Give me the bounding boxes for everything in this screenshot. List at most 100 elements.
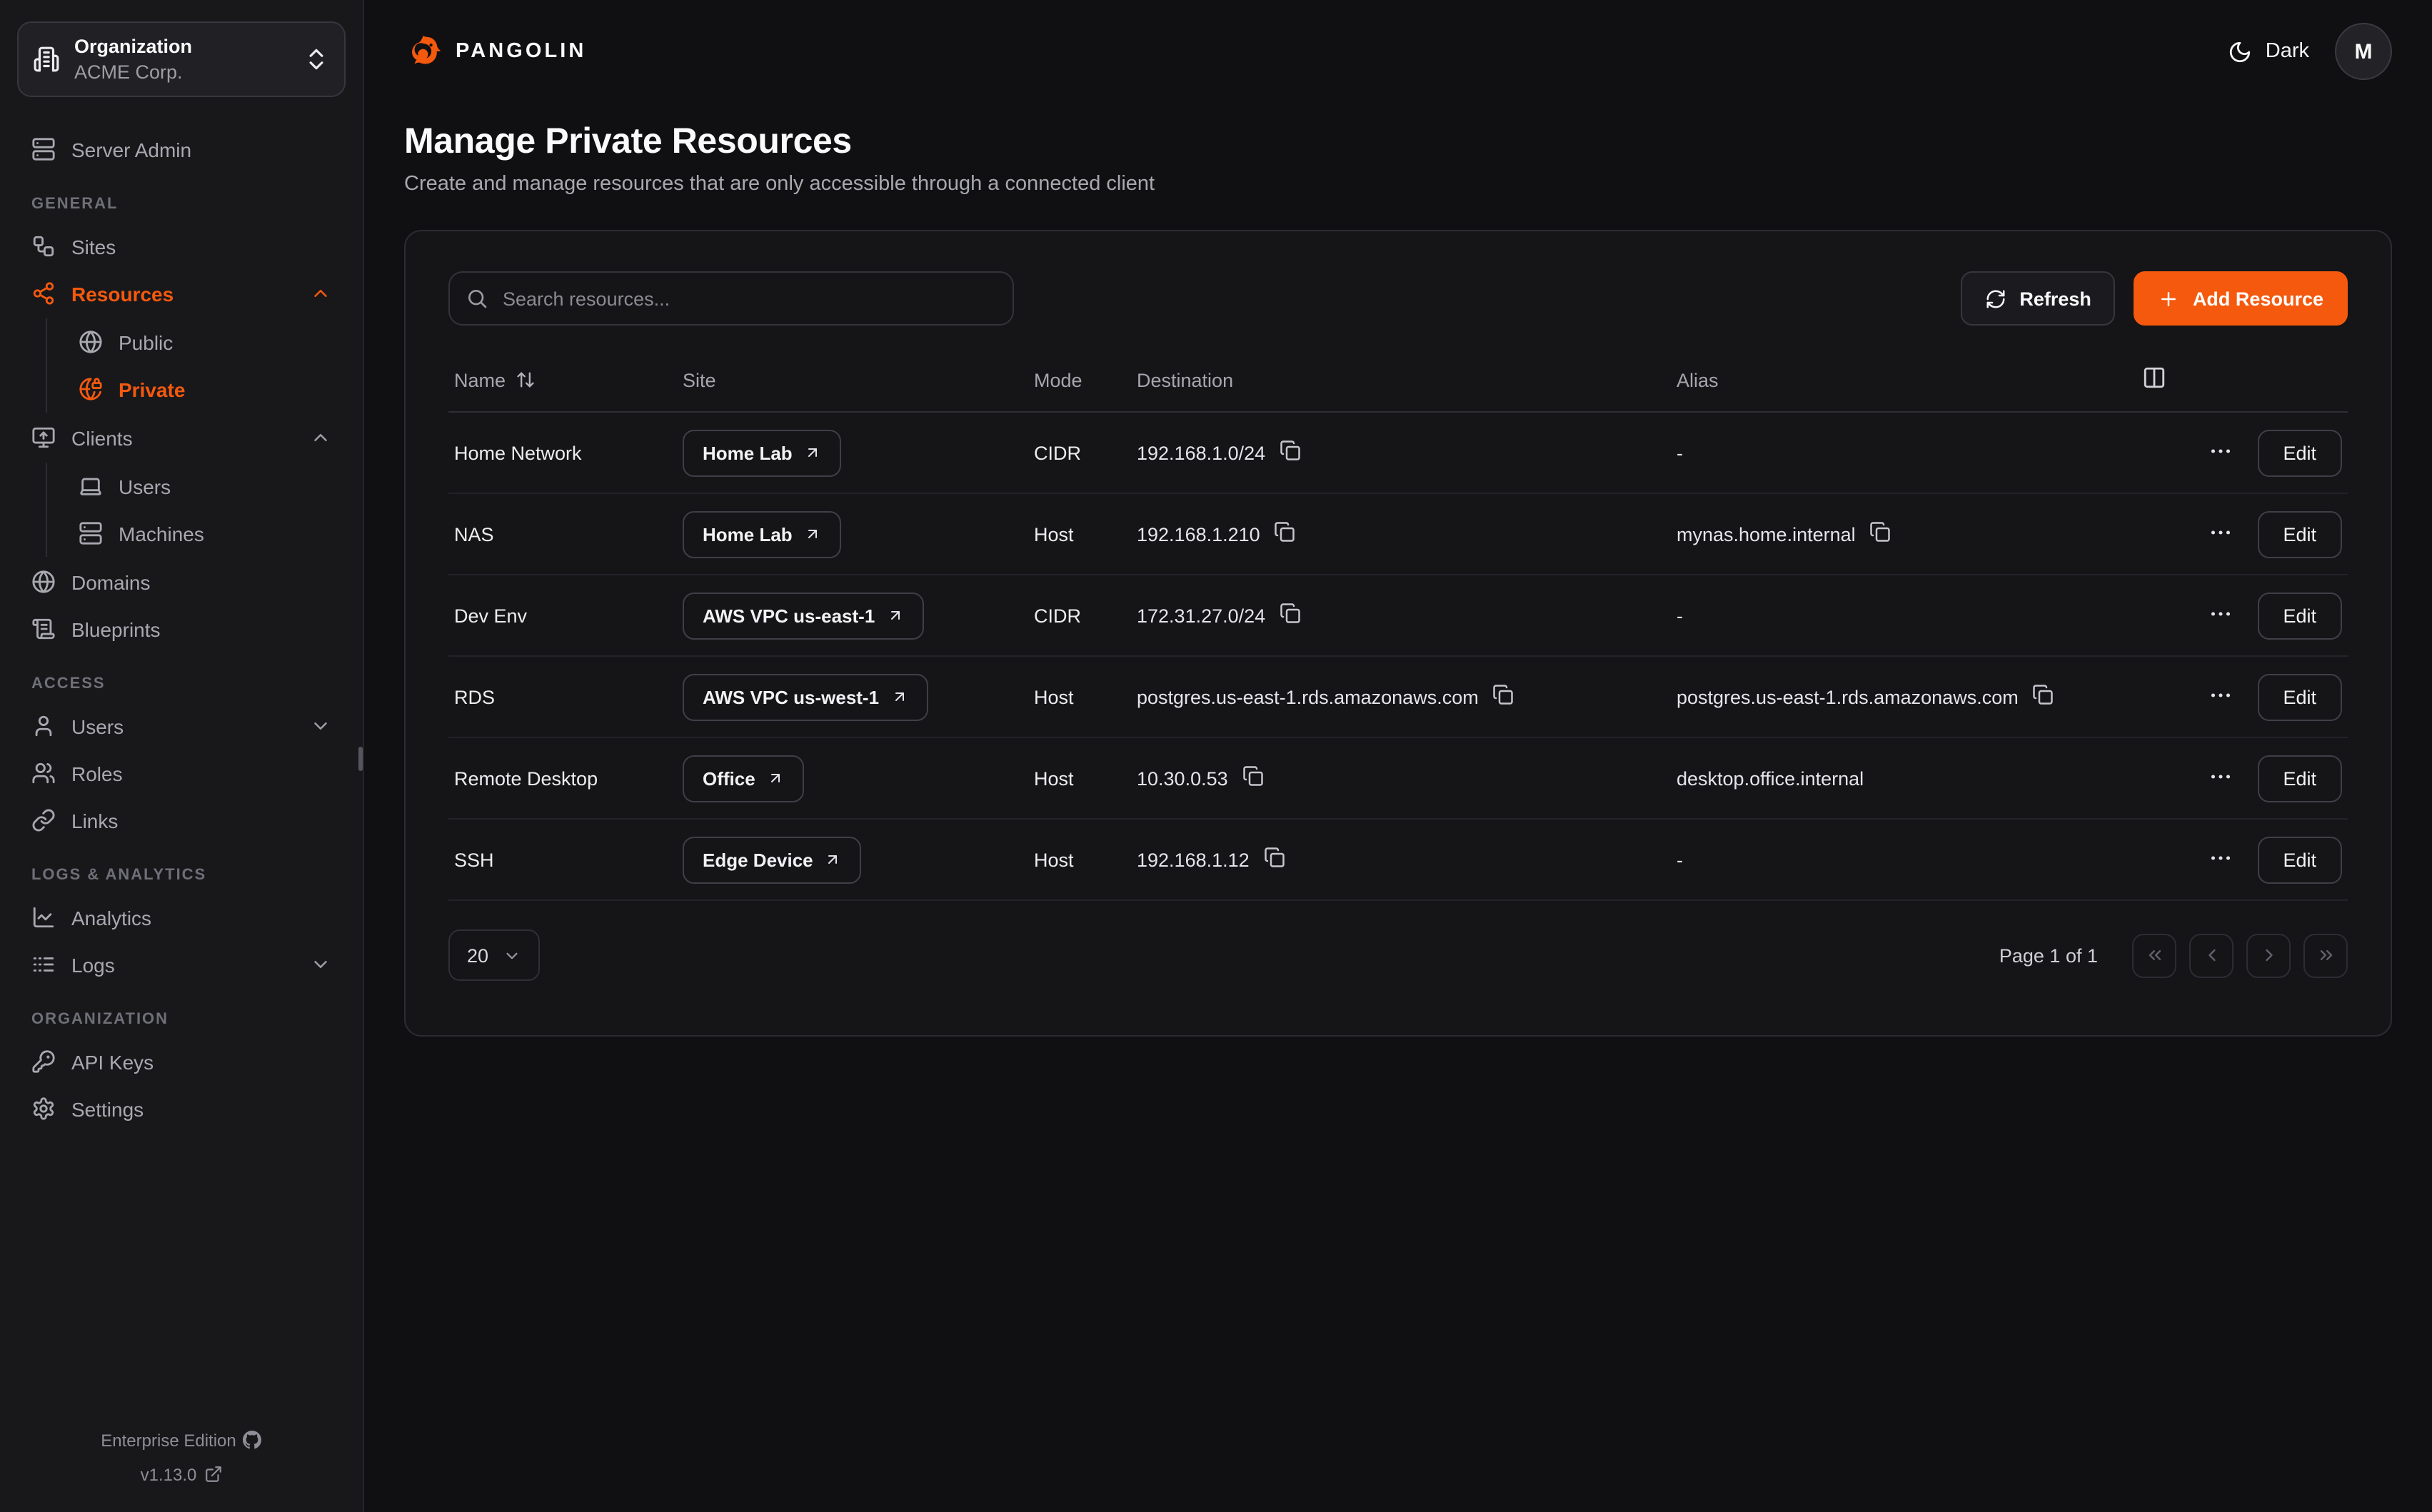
org-switcher[interactable]: Organization ACME Corp.	[17, 21, 346, 97]
sort-icon[interactable]	[516, 370, 536, 390]
prev-page-button[interactable]	[2189, 933, 2233, 977]
chevrons-up-down-icon	[303, 46, 330, 73]
edit-button[interactable]: Edit	[2257, 510, 2342, 558]
first-page-button[interactable]	[2132, 933, 2176, 977]
page-size-select[interactable]: 20	[448, 929, 540, 981]
cell-destination: 192.168.1.210	[1131, 493, 1671, 575]
alias-value: postgres.us-east-1.rds.amazonaws.com	[1677, 686, 2019, 707]
org-switcher-label: Organization	[74, 34, 288, 59]
next-page-button[interactable]	[2246, 933, 2291, 977]
row-menu-button[interactable]	[2207, 682, 2233, 712]
sidebar-item-label: Public	[119, 331, 331, 353]
laptop-icon	[79, 474, 103, 498]
theme-toggle-button[interactable]: Dark	[2229, 39, 2309, 64]
sidebar-item-resources[interactable]: Resources	[17, 270, 346, 317]
row-menu-button[interactable]	[2207, 845, 2233, 875]
row-menu-button[interactable]	[2207, 438, 2233, 468]
version-label: v1.13.0	[141, 1464, 197, 1484]
sidebar-item-api-keys[interactable]: API Keys	[17, 1038, 346, 1085]
add-resource-button[interactable]: Add Resource	[2134, 271, 2348, 326]
avatar[interactable]: M	[2335, 23, 2392, 80]
sidebar-item-machines[interactable]: Machines	[64, 510, 346, 557]
settings-icon	[31, 1097, 56, 1121]
sidebar-item-sites[interactable]: Sites	[17, 223, 346, 270]
column-header-name: Name	[448, 357, 677, 412]
sidebar-item-label: Blueprints	[71, 618, 331, 640]
refresh-button[interactable]: Refresh	[1961, 271, 2116, 326]
sidebar-item-links[interactable]: Links	[17, 797, 346, 844]
cell-name: SSH	[448, 819, 677, 900]
sidebar-item-label: Private	[119, 378, 331, 400]
column-visibility-button[interactable]	[2142, 366, 2166, 394]
copy-button[interactable]	[1275, 521, 1296, 547]
cell-actions: Edit	[2136, 575, 2348, 656]
edit-button[interactable]: Edit	[2257, 429, 2342, 476]
copy-button[interactable]	[1280, 440, 1301, 465]
sidebar-item-settings[interactable]: Settings	[17, 1085, 346, 1132]
row-menu-button[interactable]	[2207, 763, 2233, 793]
last-page-button[interactable]	[2303, 933, 2348, 977]
version-link[interactable]: v1.13.0	[17, 1458, 346, 1492]
row-menu-button[interactable]	[2207, 600, 2233, 630]
edit-button[interactable]: Edit	[2257, 592, 2342, 639]
copy-button[interactable]	[1264, 847, 1285, 872]
ellipsis-icon	[2207, 763, 2233, 789]
copy-button[interactable]	[2033, 684, 2054, 710]
cell-name: RDS	[448, 656, 677, 737]
theme-toggle-label: Dark	[2266, 40, 2309, 63]
brand[interactable]: PANGOLIN	[404, 32, 586, 71]
column-header-actions	[2136, 357, 2348, 412]
site-link-button[interactable]: AWS VPC us-east-1	[683, 592, 923, 639]
sidebar-item-server-admin[interactable]: Server Admin	[17, 126, 346, 173]
github-icon	[243, 1431, 262, 1449]
sidebar-item-roles[interactable]: Roles	[17, 750, 346, 797]
edit-button[interactable]: Edit	[2257, 836, 2342, 883]
column-header-alias: Alias	[1671, 357, 2136, 412]
site-link-button[interactable]: Home Lab	[683, 429, 841, 476]
sidebar-scrollbar-thumb[interactable]	[358, 747, 363, 771]
edit-button[interactable]: Edit	[2257, 755, 2342, 802]
globe-icon	[31, 570, 56, 594]
edition-link[interactable]: Enterprise Edition	[17, 1425, 346, 1458]
cell-destination: 10.30.0.53	[1131, 737, 1671, 819]
sidebar-item-domains[interactable]: Domains	[17, 558, 346, 605]
cell-actions: Edit	[2136, 819, 2348, 900]
site-link-button[interactable]: Office	[683, 755, 804, 802]
sidebar-item-users[interactable]: Users	[64, 463, 346, 510]
pager: Page 1 of 1	[1999, 933, 2348, 977]
table-row: Remote DesktopOfficeHost10.30.0.53deskto…	[448, 737, 2348, 819]
sidebar-item-label: Users	[71, 715, 294, 737]
search-input[interactable]	[448, 271, 1014, 326]
sidebar-item-clients[interactable]: Clients	[17, 414, 346, 461]
alias-value: -	[1677, 605, 1683, 626]
users-icon	[31, 761, 56, 785]
copy-button[interactable]	[1242, 765, 1264, 791]
cell-site: Home Lab	[677, 493, 1028, 575]
copy-button[interactable]	[1493, 684, 1514, 710]
edit-button[interactable]: Edit	[2257, 673, 2342, 720]
site-link-button[interactable]: Edge Device	[683, 836, 862, 883]
sidebar-item-analytics[interactable]: Analytics	[17, 894, 346, 941]
sidebar-item-users[interactable]: Users	[17, 702, 346, 750]
page-subtitle: Create and manage resources that are onl…	[404, 173, 2392, 196]
sidebar-item-public[interactable]: Public	[64, 318, 346, 366]
row-menu-button[interactable]	[2207, 519, 2233, 549]
chevron-down-icon	[310, 715, 331, 737]
site-link-button[interactable]: AWS VPC us-west-1	[683, 673, 928, 720]
main-content: PANGOLIN Dark M Manage Private Resources…	[364, 0, 2432, 1512]
chevrons-left-icon	[2144, 945, 2164, 965]
cell-destination: 172.31.27.0/24	[1131, 575, 1671, 656]
arrow-up-right-icon	[825, 851, 842, 868]
sidebar-item-private[interactable]: Private	[64, 366, 346, 413]
copy-button[interactable]	[1870, 521, 1891, 547]
sidebar: Organization ACME Corp. Server AdminGENE…	[0, 0, 364, 1512]
cell-mode: CIDR	[1028, 412, 1131, 493]
site-link-button[interactable]: Home Lab	[683, 510, 841, 558]
sidebar-item-label: Roles	[71, 762, 331, 785]
sidebar-section: ORGANIZATIONAPI KeysSettings	[17, 1011, 346, 1132]
destination-value: 10.30.0.53	[1137, 767, 1228, 789]
sidebar-item-blueprints[interactable]: Blueprints	[17, 605, 346, 652]
sidebar-item-logs[interactable]: Logs	[17, 941, 346, 988]
copy-button[interactable]	[1280, 603, 1301, 628]
cell-alias: -	[1671, 575, 2136, 656]
